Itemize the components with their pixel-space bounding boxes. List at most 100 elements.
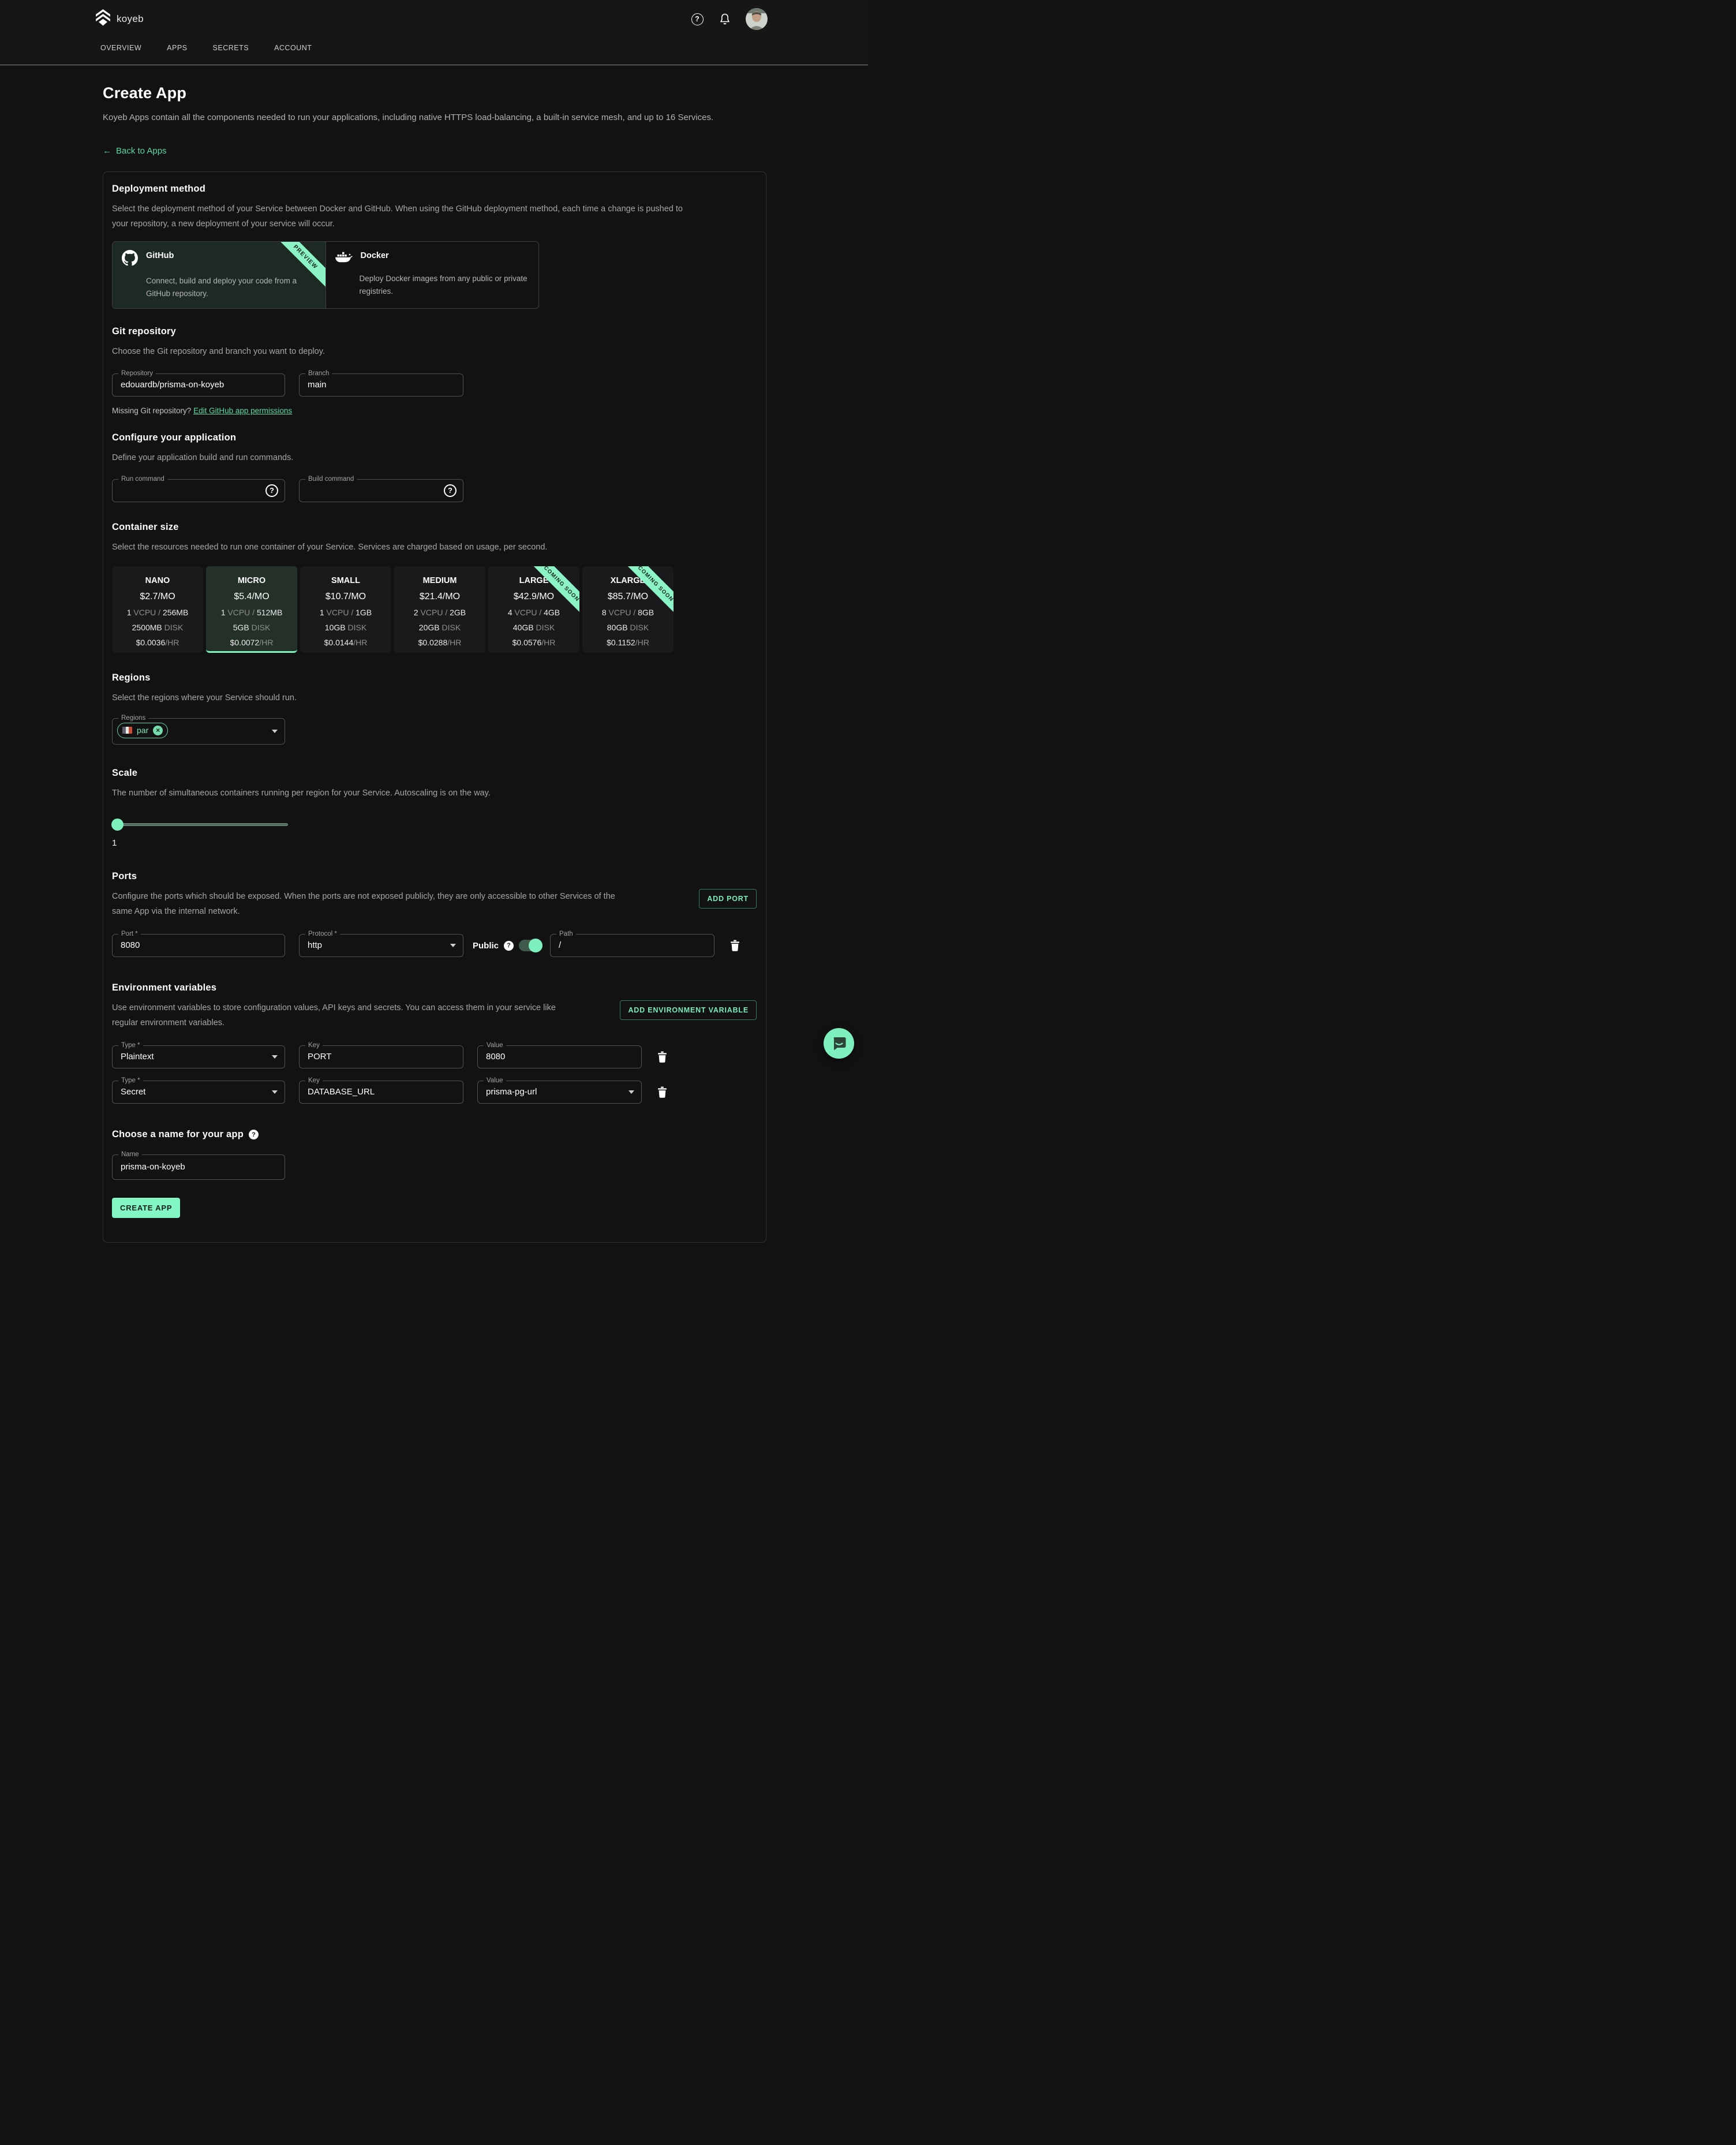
path-input[interactable]: Path /	[550, 934, 714, 957]
page-title: Create App	[103, 84, 766, 102]
scale-description: The number of simultaneous containers ru…	[112, 786, 757, 801]
container-size-options: NANO $2.7/MO 1 VCPU / 256MB 2500MB DISK …	[112, 566, 757, 653]
delete-env-var-button[interactable]	[657, 1086, 667, 1098]
back-to-apps-link[interactable]: ← Back to Apps	[103, 146, 167, 156]
env-type-select[interactable]: Type * Plaintext	[112, 1045, 285, 1068]
tab-secrets[interactable]: SECRETS	[213, 44, 249, 52]
env-key-input[interactable]: Key PORT	[299, 1045, 463, 1068]
koyeb-logo-icon	[96, 9, 110, 29]
trash-icon	[657, 1051, 667, 1063]
region-chip-par[interactable]: par ×	[117, 723, 168, 738]
env-vars-description: Use environment variables to store confi…	[112, 1000, 556, 1030]
delete-port-button[interactable]	[730, 940, 740, 951]
slider-thumb[interactable]	[111, 819, 124, 831]
env-vars-title: Environment variables	[112, 982, 757, 993]
chat-icon	[832, 1036, 847, 1051]
slider-track[interactable]	[113, 823, 288, 826]
size-card-nano[interactable]: NANO $2.7/MO 1 VCPU / 256MB 2500MB DISK …	[112, 566, 203, 653]
docker-icon	[335, 250, 353, 267]
run-command-input[interactable]: Run command ?	[112, 479, 285, 502]
github-option-title: GitHub	[146, 251, 174, 260]
size-card-medium[interactable]: MEDIUM $21.4/MO 2 VCPU / 2GB 20GB DISK $…	[394, 566, 485, 653]
edit-github-permissions-link[interactable]: Edit GitHub app permissions	[193, 406, 292, 415]
missing-repo-hint: Missing Git repository? Edit GitHub app …	[112, 406, 757, 415]
add-port-button[interactable]: ADD PORT	[699, 889, 757, 909]
run-command-help-icon[interactable]: ?	[265, 484, 278, 497]
port-row: Port * 8080 Protocol * http Public ? Pat…	[112, 934, 757, 957]
chevron-down-icon[interactable]	[272, 1055, 278, 1059]
container-size-description: Select the resources needed to run one c…	[112, 540, 757, 555]
nav-tabs: OVERVIEW APPS SECRETS ACCOUNT	[100, 44, 312, 52]
deployment-method-description: Select the deployment method of your Ser…	[112, 201, 689, 231]
repository-input[interactable]: Repository edouardb/prisma-on-koyeb	[112, 373, 285, 397]
regions-select[interactable]: Regions par ×	[112, 718, 285, 745]
configure-description: Define your application build and run co…	[112, 450, 757, 465]
remove-region-icon[interactable]: ×	[153, 726, 163, 735]
ports-description: Configure the ports which should be expo…	[112, 889, 631, 919]
chevron-down-icon[interactable]	[272, 730, 278, 733]
build-command-help-icon[interactable]: ?	[444, 484, 457, 497]
delete-env-var-button[interactable]	[657, 1051, 667, 1063]
app-name-input[interactable]: Name prisma-on-koyeb	[112, 1154, 285, 1180]
tab-overview[interactable]: OVERVIEW	[100, 44, 141, 52]
ports-title: Ports	[112, 871, 757, 882]
git-repository-description: Choose the Git repository and branch you…	[112, 344, 757, 359]
public-toggle[interactable]	[519, 940, 541, 951]
deployment-options: GitHub Connect, build and deploy your co…	[112, 241, 539, 309]
regions-title: Regions	[112, 672, 757, 683]
env-value-select[interactable]: Value prisma-pg-url	[477, 1081, 642, 1104]
page-description: Koyeb Apps contain all the components ne…	[103, 110, 766, 126]
size-card-large[interactable]: LARGE $42.9/MO 4 VCPU / 4GB 40GB DISK $0…	[488, 566, 579, 653]
size-card-micro[interactable]: MICRO $5.4/MO 1 VCPU / 512MB 5GB DISK $0…	[206, 566, 297, 653]
trash-icon	[657, 1086, 667, 1098]
scale-value: 1	[112, 838, 757, 848]
env-var-row: Type * Plaintext Key PORT Value 8080	[112, 1045, 757, 1068]
deployment-method-title: Deployment method	[112, 184, 757, 195]
deployment-option-github[interactable]: GitHub Connect, build and deploy your co…	[113, 242, 326, 309]
trash-icon	[730, 940, 740, 951]
configure-title: Configure your application	[112, 432, 757, 443]
app-name-title: Choose a name for your app	[112, 1129, 244, 1140]
chevron-down-icon[interactable]	[628, 1090, 634, 1094]
add-env-var-button[interactable]: ADD ENVIRONMENT VARIABLE	[620, 1000, 757, 1020]
container-size-title: Container size	[112, 522, 757, 533]
port-input[interactable]: Port * 8080	[112, 934, 285, 957]
create-app-form-card: Deployment method Select the deployment …	[103, 171, 766, 1243]
toggle-knob	[529, 939, 542, 952]
github-option-description: Connect, build and deploy your code from…	[146, 275, 316, 301]
top-navbar: koyeb OVERVIEW APPS SECRETS ACCOUNT ?	[0, 0, 868, 65]
scale-slider[interactable]	[112, 819, 288, 831]
docker-option-title: Docker	[361, 251, 389, 260]
github-icon	[122, 250, 138, 269]
brand-name: koyeb	[117, 13, 144, 25]
koyeb-logo[interactable]: koyeb	[96, 9, 144, 29]
git-repository-title: Git repository	[112, 326, 757, 337]
docker-option-description: Deploy Docker images from any public or …	[360, 272, 530, 298]
regions-description: Select the regions where your Service sh…	[112, 690, 757, 705]
help-icon[interactable]: ?	[690, 12, 704, 26]
create-app-button[interactable]: CREATE APP	[112, 1198, 180, 1218]
deployment-option-docker[interactable]: Docker Deploy Docker images from any pub…	[326, 242, 539, 309]
build-command-input[interactable]: Build command ?	[299, 479, 463, 502]
branch-input[interactable]: Branch main	[299, 373, 463, 397]
app-name-help-icon[interactable]: ?	[249, 1130, 259, 1139]
env-key-input[interactable]: Key DATABASE_URL	[299, 1081, 463, 1104]
env-var-row: Type * Secret Key DATABASE_URL Value pri…	[112, 1081, 757, 1104]
public-help-icon[interactable]: ?	[504, 941, 514, 951]
size-card-small[interactable]: SMALL $10.7/MO 1 VCPU / 1GB 10GB DISK $0…	[300, 566, 391, 653]
chevron-down-icon[interactable]	[450, 944, 456, 947]
size-card-xlarge[interactable]: XLARGE $85.7/MO 8 VCPU / 8GB 80GB DISK $…	[582, 566, 674, 653]
back-arrow-icon: ←	[103, 146, 111, 156]
public-label: Public	[473, 941, 499, 951]
chevron-down-icon[interactable]	[272, 1090, 278, 1094]
scale-title: Scale	[112, 768, 757, 779]
user-avatar[interactable]	[746, 8, 768, 30]
protocol-select[interactable]: Protocol * http	[299, 934, 463, 957]
env-value-input[interactable]: Value 8080	[477, 1045, 642, 1068]
france-flag-icon	[122, 727, 132, 734]
chat-launcher-button[interactable]	[824, 1028, 854, 1059]
tab-apps[interactable]: APPS	[167, 44, 187, 52]
bell-icon[interactable]	[718, 12, 732, 26]
tab-account[interactable]: ACCOUNT	[274, 44, 312, 52]
env-type-select[interactable]: Type * Secret	[112, 1081, 285, 1104]
